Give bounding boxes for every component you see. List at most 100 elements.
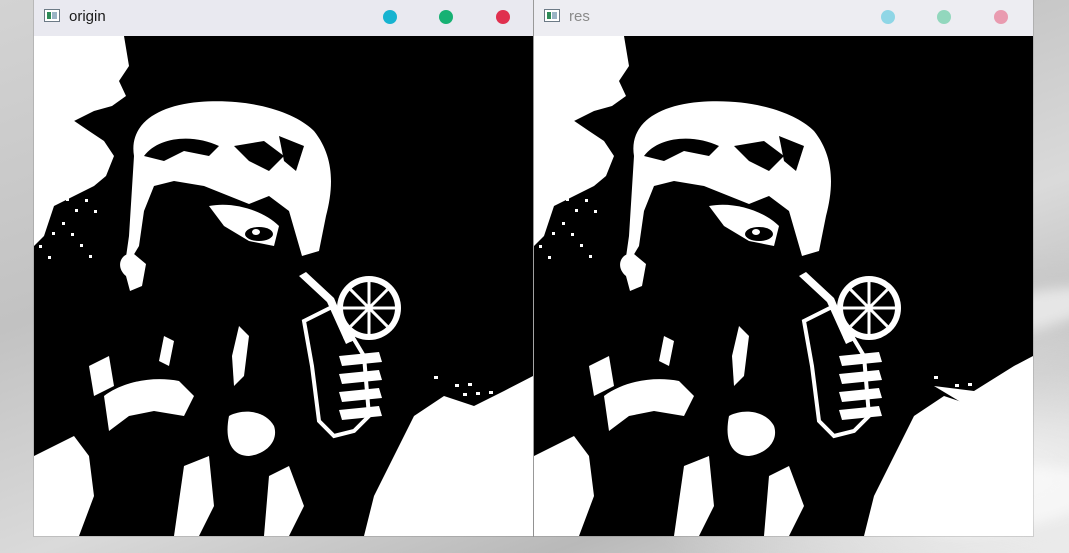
image-region [952, 425, 956, 428]
image-region [89, 255, 92, 258]
image-region [343, 330, 355, 342]
image-region [518, 408, 522, 411]
image-region [839, 388, 882, 402]
image-region [539, 245, 542, 248]
titlebar[interactable]: res [534, 0, 1033, 36]
image-region [752, 229, 760, 235]
maximize-button[interactable] [439, 10, 453, 24]
image-region [538, 186, 541, 189]
image-region [71, 233, 74, 236]
image-region [624, 101, 831, 272]
image-region [534, 36, 629, 126]
image-region [38, 186, 41, 189]
image-region [492, 410, 496, 413]
image-region [339, 388, 382, 402]
image-region [85, 199, 88, 202]
app-icon [44, 9, 60, 22]
image-region [39, 245, 42, 248]
image-region [589, 356, 614, 396]
image-region [1026, 417, 1030, 420]
image-region [968, 383, 972, 386]
image-region [460, 434, 464, 437]
image-region [521, 427, 525, 430]
image-region [104, 379, 194, 431]
image-region [939, 426, 943, 429]
image-region [575, 209, 578, 212]
minimize-button[interactable] [881, 10, 895, 24]
image-region [75, 209, 78, 212]
image-region [580, 244, 583, 247]
image-region [463, 393, 467, 396]
window-res[interactable]: res [534, 0, 1033, 536]
image-region [232, 326, 249, 386]
window-title: origin [69, 8, 106, 25]
image-region [339, 352, 382, 366]
image-region [120, 253, 146, 291]
image-region [604, 379, 694, 431]
image-region [839, 406, 882, 420]
image-region [843, 330, 855, 342]
image-region [365, 304, 373, 312]
image-region [489, 391, 493, 394]
window-title: res [569, 8, 590, 25]
image-region [562, 222, 565, 225]
image-region [505, 409, 509, 412]
image-region [209, 204, 279, 246]
image-region [513, 418, 517, 421]
close-button[interactable] [994, 10, 1008, 24]
image-canvas [534, 36, 1033, 536]
image-region [34, 114, 114, 246]
image-region [455, 384, 459, 387]
titlebar[interactable]: origin [34, 0, 533, 36]
image-region [452, 425, 456, 428]
image-region [709, 204, 779, 246]
image-region [727, 411, 776, 456]
image-region [548, 256, 551, 259]
image-region [839, 352, 882, 366]
image-region [674, 456, 714, 536]
image-region [245, 227, 273, 241]
image-region [997, 400, 1001, 403]
image-region [534, 436, 594, 536]
image-region [94, 210, 97, 213]
image-region [764, 466, 804, 536]
image-region [34, 436, 94, 536]
image-region [66, 198, 69, 201]
image-region [497, 400, 501, 403]
image-region [1021, 427, 1025, 430]
image-region [439, 426, 443, 429]
image-region [484, 401, 488, 404]
image-region [552, 232, 555, 235]
image-region [52, 232, 55, 235]
desktop: { "windows": [ { "title": "origin", "sta… [0, 0, 1069, 553]
image-region [364, 376, 533, 536]
image-region [984, 401, 988, 404]
image-region [227, 411, 276, 456]
binarized-image [534, 36, 1033, 536]
image-region [339, 370, 382, 384]
image-region [955, 384, 959, 387]
minimize-button[interactable] [383, 10, 397, 24]
image-region [159, 336, 174, 366]
image-region [264, 466, 304, 536]
image-region [526, 417, 530, 420]
close-button[interactable] [496, 10, 510, 24]
image-region [557, 187, 560, 190]
image-region [447, 435, 451, 438]
image-region [960, 434, 964, 437]
image-region [434, 376, 438, 379]
image-region [1005, 409, 1009, 412]
image-region [566, 198, 569, 201]
maximize-button[interactable] [937, 10, 951, 24]
image-region [865, 304, 873, 312]
window-origin[interactable]: origin [34, 0, 533, 536]
image-region [339, 406, 382, 420]
image-region [571, 233, 574, 236]
image-region [174, 456, 214, 536]
image-region [732, 326, 749, 386]
image-region [476, 392, 480, 395]
image-canvas [34, 36, 533, 536]
image-region [963, 393, 967, 396]
image-region [89, 356, 114, 396]
image-region [43, 221, 46, 224]
